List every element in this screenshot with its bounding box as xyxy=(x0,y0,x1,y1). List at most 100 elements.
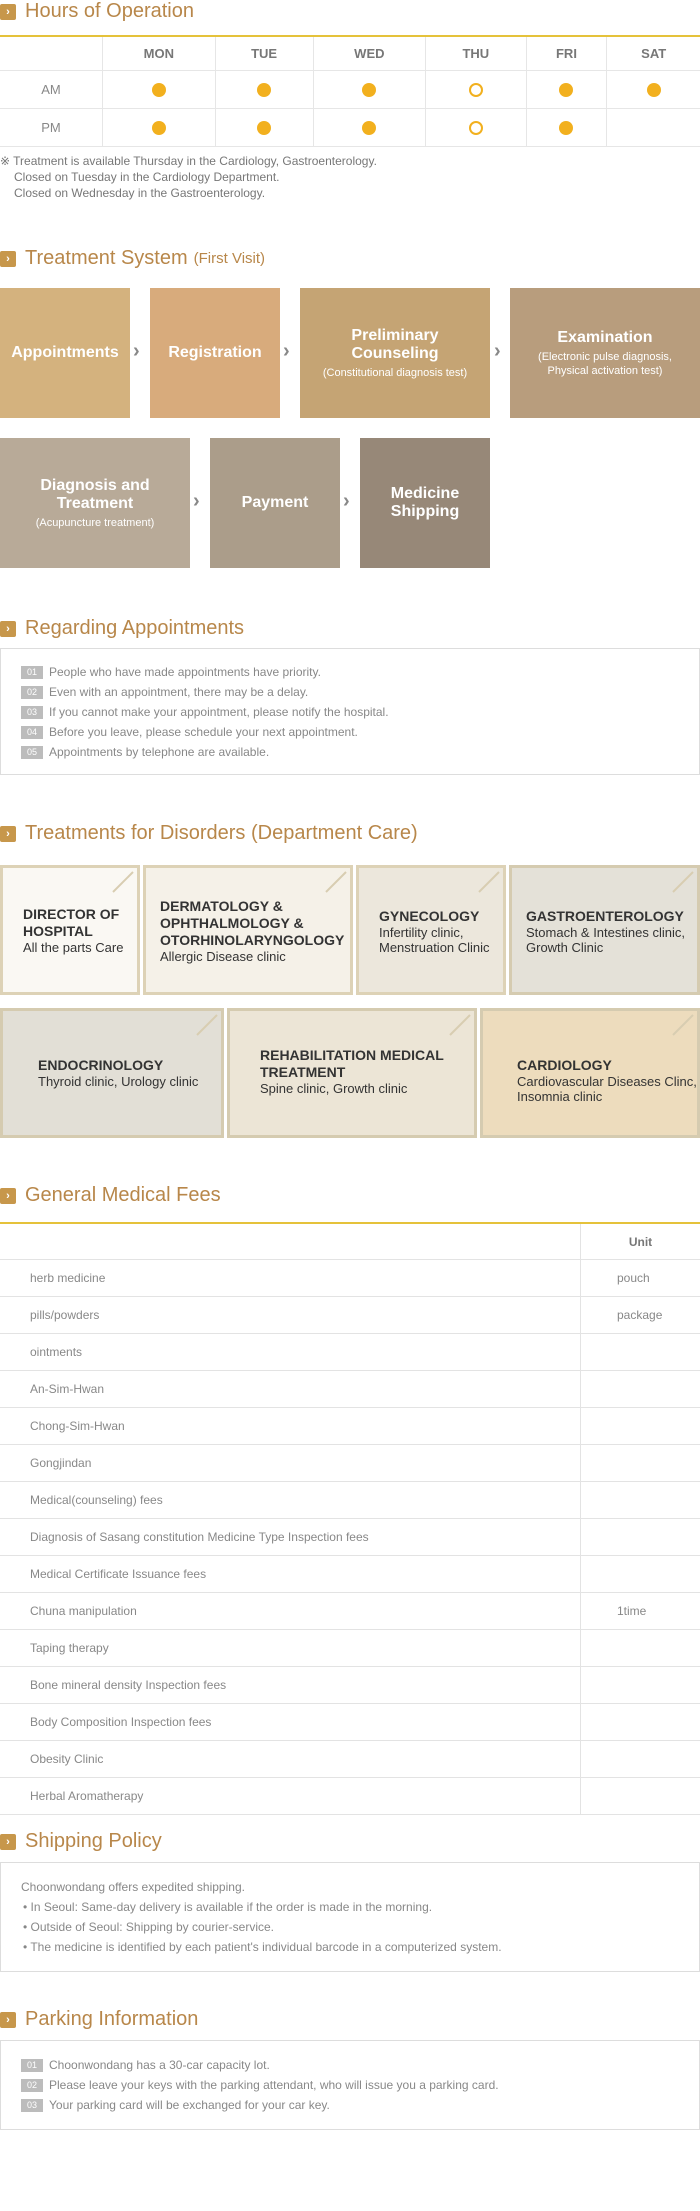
list-item: 03 Your parking card will be exchanged fo… xyxy=(21,2095,699,2115)
arrow-right-icon: › xyxy=(193,490,200,512)
open-dot-icon xyxy=(257,83,272,98)
day-header: THU xyxy=(425,36,527,71)
open-dot-icon xyxy=(362,83,377,98)
corner-fold-icon xyxy=(196,1014,218,1036)
day-header: SAT xyxy=(606,36,700,71)
hours-title: Hours of Operation xyxy=(25,0,194,22)
fees-heading: › General Medical Fees xyxy=(0,1184,221,1207)
list-item: • Outside of Seoul: Shipping by courier-… xyxy=(23,1920,274,1934)
table-row: Medical(counseling) fees xyxy=(0,1481,700,1519)
day-header: MON xyxy=(102,36,216,71)
arrow-right-icon: › xyxy=(343,490,350,512)
chevron-right-icon: › xyxy=(0,1833,16,1850)
appointments-list: 01 People who have made appointments have… xyxy=(1,649,699,762)
hours-row-am: AM xyxy=(0,70,700,109)
day-header: WED xyxy=(312,36,426,71)
hours-row-pm: PM xyxy=(0,108,700,147)
open-dot-icon xyxy=(151,83,166,98)
dept-rehabilitation[interactable]: REHABILITATION MEDICAL TREATMENT Spine c… xyxy=(227,1008,477,1138)
step-preliminary-counseling: Preliminary Counseling (Constitutional d… xyxy=(300,288,490,418)
disorders-heading: › Treatments for Disorders (Department C… xyxy=(0,822,418,845)
table-row: pills/powders package xyxy=(0,1296,700,1334)
table-row: Diagnosis of Sasang constitution Medicin… xyxy=(0,1518,700,1556)
appointments-box: 01 People who have made appointments have… xyxy=(0,648,700,775)
fees-table: Unit herb medicine pouch pills/powders pac… xyxy=(0,1222,700,1815)
corner-fold-icon xyxy=(325,871,347,893)
list-item: 04 Before you leave, please schedule your… xyxy=(21,722,699,742)
hours-note: Closed on Wednesday in the Gastroenterol… xyxy=(14,186,266,200)
arrow-right-icon: › xyxy=(283,340,290,362)
dept-director[interactable]: DIRECTOR OF HOSPITAL All the parts Care xyxy=(0,865,140,995)
shipping-box: Choonwondang offers expedited shipping. … xyxy=(0,1862,700,1972)
day-header: TUE xyxy=(214,36,314,71)
partial-dot-icon xyxy=(468,121,483,136)
dept-gynecology[interactable]: GYNECOLOGY Infertility clinic, Menstruat… xyxy=(356,865,506,995)
shipping-intro: Choonwondang offers expedited shipping. xyxy=(21,1880,245,1894)
treatment-system-title: Treatment System xyxy=(25,247,188,269)
table-row: Medical Certificate Issuance fees xyxy=(0,1555,700,1593)
hours-note: ※ Treatment is available Thursday in the… xyxy=(0,154,377,168)
dept-cardiology[interactable]: CARDIOLOGY Cardiovascular Diseases Clinc… xyxy=(480,1008,700,1138)
hours-heading: › Hours of Operation xyxy=(0,0,194,23)
table-row: Gongjindan xyxy=(0,1444,700,1482)
day-header: FRI xyxy=(525,36,607,71)
row-label: AM xyxy=(0,70,103,109)
list-item: • The medicine is identified by each pat… xyxy=(23,1940,502,1954)
chevron-right-icon: › xyxy=(0,2011,16,2028)
list-item: 02 Even with an appointment, there may be… xyxy=(21,682,699,702)
hours-notes: ※ Treatment is available Thursday in the… xyxy=(0,153,377,201)
hours-table: MON TUE WED THU FRI SAT AM PM xyxy=(0,35,700,147)
list-item: 01 Choonwondang has a 30-car capacity lot… xyxy=(21,2055,699,2075)
treatment-system-subtitle: (First Visit) xyxy=(193,250,266,267)
table-row: An-Sim-Hwan xyxy=(0,1370,700,1408)
step-diagnosis-treatment: Diagnosis and Treatment (Acupuncture tre… xyxy=(0,438,190,568)
dept-gastroenterology[interactable]: GASTROENTEROLOGY Stomach & Intestines cl… xyxy=(509,865,700,995)
dept-dermatology[interactable]: DERMATOLOGY & OPHTHALMOLOGY & OTORHINOLA… xyxy=(143,865,353,995)
arrow-right-icon: › xyxy=(494,340,501,362)
chevron-right-icon: › xyxy=(0,250,16,267)
table-row: Herbal Aromatherapy xyxy=(0,1777,700,1815)
shipping-title: Shipping Policy xyxy=(25,1830,162,1852)
open-dot-icon xyxy=(646,83,661,98)
table-row: Body Composition Inspection fees xyxy=(0,1703,700,1741)
table-row: Bone mineral density Inspection fees xyxy=(0,1666,700,1704)
step-payment: Payment xyxy=(210,438,340,568)
appointments-title: Regarding Appointments xyxy=(25,617,245,639)
disorders-title: Treatments for Disorders (Department Car… xyxy=(25,822,418,844)
open-dot-icon xyxy=(257,121,272,136)
table-row: herb medicine pouch xyxy=(0,1259,700,1297)
open-dot-icon xyxy=(362,121,377,136)
list-item: 03 If you cannot make your appointment, p… xyxy=(21,702,699,722)
table-row: Taping therapy xyxy=(0,1629,700,1667)
list-item: 02 Please leave your keys with the parkin… xyxy=(21,2075,699,2095)
corner-fold-icon xyxy=(672,871,694,893)
open-dot-icon xyxy=(559,121,574,136)
parking-heading: › Parking Information xyxy=(0,2008,198,2031)
appointments-heading: › Regarding Appointments xyxy=(0,617,244,640)
corner-fold-icon xyxy=(672,1014,694,1036)
corner-fold-icon xyxy=(112,871,134,893)
unit-header: Unit xyxy=(580,1223,700,1260)
table-row: ointments xyxy=(0,1333,700,1371)
list-item: 05 Appointments by telephone are availabl… xyxy=(21,742,699,762)
step-examination: Examination (Electronic pulse diagnosis,… xyxy=(510,288,700,418)
step-medicine-shipping: Medicine Shipping xyxy=(360,438,490,568)
list-item: 01 People who have made appointments have… xyxy=(21,662,699,682)
open-dot-icon xyxy=(151,121,166,136)
fees-title: General Medical Fees xyxy=(25,1184,221,1206)
table-row: Obesity Clinic xyxy=(0,1740,700,1778)
dept-endocrinology[interactable]: ENDOCRINOLOGY Thyroid clinic, Urology cl… xyxy=(0,1008,224,1138)
chevron-right-icon: › xyxy=(0,1187,16,1204)
step-appointments: Appointments xyxy=(0,288,130,418)
open-dot-icon xyxy=(559,83,574,98)
arrow-right-icon: › xyxy=(133,340,140,362)
chevron-right-icon: › xyxy=(0,620,16,637)
table-row: Chong-Sim-Hwan xyxy=(0,1407,700,1445)
parking-list: 01 Choonwondang has a 30-car capacity lot… xyxy=(1,2041,699,2115)
step-registration: Registration xyxy=(150,288,280,418)
shipping-heading: › Shipping Policy xyxy=(0,1830,162,1853)
table-row: Chuna manipulation 1time xyxy=(0,1592,700,1630)
partial-dot-icon xyxy=(468,83,483,98)
parking-box: 01 Choonwondang has a 30-car capacity lot… xyxy=(0,2040,700,2130)
parking-title: Parking Information xyxy=(25,2008,199,2030)
